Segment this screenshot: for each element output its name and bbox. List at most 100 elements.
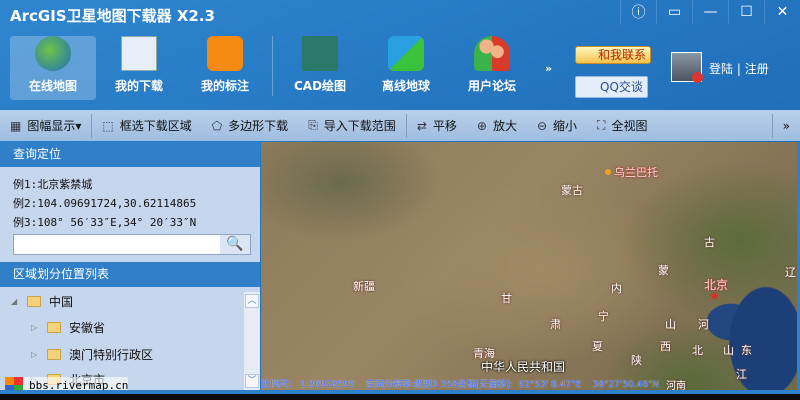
map-label: 蒙 [658, 264, 669, 277]
maximize-button[interactable]: ☐ [728, 0, 764, 24]
map-label: 甘 [501, 292, 512, 305]
full-extent-button[interactable]: ⛶ 全视图 [587, 110, 657, 141]
tree-node-anhui[interactable]: ▷ 安徽省 [31, 319, 105, 336]
scroll-down-icon[interactable]: ﹀ [245, 374, 259, 388]
collapsed-arrow-icon[interactable]: ▷ [31, 323, 37, 332]
zoom-in-icon: ⊕ [476, 118, 487, 133]
left-panel: 查询定位 例1:北京紫禁城 例2:104.09691724,30.6211486… [0, 142, 260, 390]
select-rect-icon: ⬚ [102, 118, 114, 133]
download-list-icon [121, 36, 157, 71]
tab-online-map[interactable]: 在线地图 [10, 36, 96, 100]
map-label: 山 [723, 344, 734, 357]
capital-star-icon: ★ [709, 289, 720, 303]
close-button[interactable]: ✕ [764, 0, 800, 24]
login-links: 登陆 | 注册 [709, 60, 769, 77]
map-label: 内 [611, 282, 622, 295]
tab-my-downloads[interactable]: 我的下载 [96, 36, 182, 100]
separator: | [736, 62, 741, 76]
rect-select-button[interactable]: ⬚ 框选下载区域 [92, 110, 201, 141]
bottom-border [0, 390, 800, 394]
tab-offline-globe[interactable]: 离线地球 [363, 36, 449, 100]
label: 框选下载区域 [119, 119, 192, 133]
map-label: 蒙古 [561, 184, 583, 197]
app-window: ArcGIS卫星地图下载器 X2.3 ⓘ ▭ — ☐ ✕ 在线地图 我的下载 我… [0, 0, 800, 394]
map-toolbar: ▦ 图幅显示▾ ⬚ 框选下载区域 ⬠ 多边形下载 ⎘ 导入下载范围 ⇄ 平移 ⊕ 放大 ⊖ 缩… [0, 110, 800, 141]
zoom-out-icon: ⊖ [536, 118, 548, 133]
search-icon[interactable]: 🔍 [220, 235, 250, 254]
map-label: 辽 [785, 266, 796, 279]
folder-icon [47, 349, 61, 360]
map-label: 古 [704, 236, 715, 249]
grid-display-button[interactable]: ▦ 图幅显示▾ [0, 110, 91, 141]
query-panel-title: 查询定位 [0, 142, 260, 167]
map-label: 新疆 [353, 280, 375, 293]
map-label: 山 [665, 318, 676, 331]
register-link[interactable]: 注册 [745, 62, 769, 76]
pan-button[interactable]: ⇄ 平移 [407, 110, 467, 141]
import-icon: ⎘ [308, 118, 318, 132]
example-1: 例1:北京紫禁城 [13, 178, 93, 191]
folder-icon [47, 322, 61, 333]
cubes-icon [388, 36, 424, 71]
map-pin-icon [207, 36, 243, 71]
label: 全视图 [611, 119, 648, 133]
tree-node-macau[interactable]: ▷ 澳门特别行政区 [31, 346, 153, 363]
divider [272, 36, 273, 96]
example-3: 例3:108° 56′33″E,34° 20′33″N [13, 216, 197, 229]
map-label: 西 [660, 340, 671, 353]
map-label: 河 [698, 318, 709, 331]
qq-chat-button[interactable]: QQ交谈 [575, 76, 648, 98]
satellite-map[interactable]: 乌兰巴托 蒙古 古 蒙 北京 ★ 内 甘 新疆 宁 肃 山 河 夏 西 北 山 … [261, 142, 797, 390]
login-link[interactable]: 登陆 [709, 62, 733, 76]
label: 多边形下载 [228, 119, 289, 133]
node-label: 澳门特别行政区 [69, 348, 154, 362]
full-extent-icon: ⛶ [597, 118, 606, 132]
map-label: 东 [741, 344, 752, 357]
collapsed-arrow-icon[interactable]: ▷ [31, 350, 37, 359]
zoom-out-button[interactable]: ⊖ 缩小 [527, 110, 587, 141]
tab-label: 用户论坛 [467, 79, 516, 93]
city-dot-icon [605, 169, 611, 175]
users-icon [474, 36, 510, 71]
region-list-title: 区域划分位置列表 [0, 262, 260, 287]
map-label: 北 [692, 344, 703, 357]
skin-button[interactable]: ▭ [656, 0, 692, 24]
map-label: 夏 [592, 340, 603, 353]
grid-icon: ▦ [10, 118, 22, 133]
tree-node-china[interactable]: ◢ 中国 [11, 293, 73, 310]
tab-label: 我的标注 [200, 79, 249, 93]
tab-label: 在线地图 [28, 79, 77, 93]
node-label: 安徽省 [69, 321, 106, 335]
scroll-up-icon[interactable]: ︿ [245, 294, 259, 308]
tab-label: 离线地球 [381, 79, 430, 93]
map-label: 陕 [631, 354, 642, 367]
zoom-in-button[interactable]: ⊕ 放大 [467, 110, 527, 141]
more-button[interactable]: » [545, 62, 552, 75]
map-label: 中华人民共和国 [481, 360, 566, 374]
about-button[interactable]: ⓘ [620, 0, 656, 24]
label: 放大 [492, 119, 517, 133]
globe-icon [35, 36, 71, 71]
import-range-button[interactable]: ⎘ 导入下载范围 [298, 110, 406, 141]
status-bar: 比例尺： 1:36978595 空间分辨率:级别3 358坐标[无偏移]: 92… [261, 380, 660, 390]
minimize-button[interactable]: — [692, 0, 728, 24]
folder-icon [27, 296, 41, 307]
avatar[interactable] [671, 52, 703, 83]
tab-cad[interactable]: CAD绘图 [277, 36, 363, 100]
expanded-arrow-icon[interactable]: ◢ [11, 297, 17, 306]
map-label: 乌兰巴托 [614, 166, 658, 179]
tab-label: 我的下载 [114, 79, 163, 93]
map-label: 江 [736, 368, 747, 381]
tab-my-markers[interactable]: 我的标注 [182, 36, 268, 100]
region-tree: ◢中国 ▷安徽省 ▷澳门特别行政区 ▷北京市 [0, 287, 260, 387]
search-input[interactable]: 🔍 [13, 234, 251, 255]
tree-scrollbar[interactable]: ︿ ﹀ [244, 292, 260, 390]
contact-button[interactable]: 和我联系 [575, 46, 651, 64]
cad-icon [302, 36, 338, 71]
map-label: 宁 [598, 310, 609, 323]
label: 导入下载范围 [323, 119, 396, 133]
toolbar-more-button[interactable]: » [773, 110, 800, 141]
main-toolbar: 在线地图 我的下载 我的标注 CAD绘图 离线地球 用户论坛 [10, 36, 535, 100]
polygon-download-button[interactable]: ⬠ 多边形下载 [202, 110, 298, 141]
tab-forum[interactable]: 用户论坛 [449, 36, 535, 100]
